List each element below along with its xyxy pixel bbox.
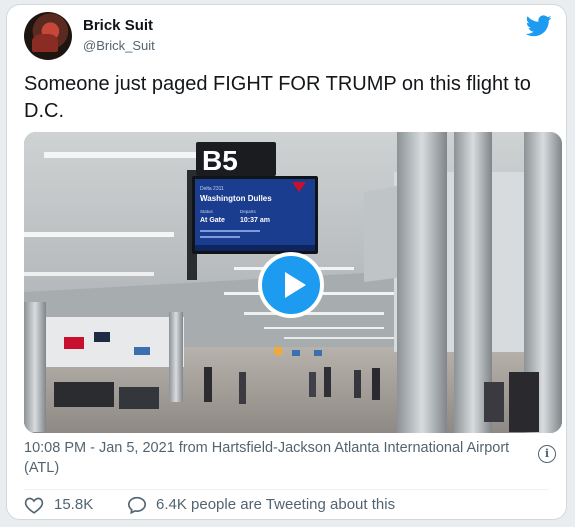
play-button[interactable] <box>258 252 324 318</box>
tweet-actions: 15.8K 6.4K people are Tweeting about thi… <box>24 495 544 517</box>
avatar-figure <box>32 34 58 52</box>
monitor-airline: Delta 2311 <box>200 186 224 192</box>
tweet-video[interactable]: B5 Delta 2311 Washington Dulles Status A… <box>24 132 562 433</box>
tweeting-about-link[interactable]: 6.4K people are Tweeting about this <box>156 496 395 513</box>
tweet-timestamp-location[interactable]: 10:08 PM - Jan 5, 2021 from Hartsfield-J… <box>24 438 529 478</box>
speech-bubble-icon[interactable] <box>127 496 147 514</box>
tweet-card: Brick Suit @Brick_Suit Someone just page… <box>6 4 567 520</box>
monitor-departs-value: 10:37 am <box>240 217 270 224</box>
divider <box>24 489 549 490</box>
twitter-bird-icon[interactable] <box>526 15 552 37</box>
gate-sign: B5 <box>202 145 238 176</box>
like-count[interactable]: 15.8K <box>54 496 93 513</box>
info-icon[interactable]: i <box>538 445 556 463</box>
tweet-text: Someone just paged FIGHT FOR TRUMP on th… <box>24 73 531 122</box>
author-display-name[interactable]: Brick Suit <box>83 17 153 34</box>
monitor-departs-label: Departs <box>240 209 257 214</box>
author-handle[interactable]: @Brick_Suit <box>83 38 155 53</box>
monitor-destination: Washington Dulles <box>200 194 272 203</box>
heart-icon[interactable] <box>24 496 44 514</box>
monitor-status-value: At Gate <box>200 217 225 224</box>
play-icon <box>285 272 306 298</box>
avatar[interactable] <box>24 12 72 60</box>
monitor-status-label: Status <box>200 209 214 214</box>
